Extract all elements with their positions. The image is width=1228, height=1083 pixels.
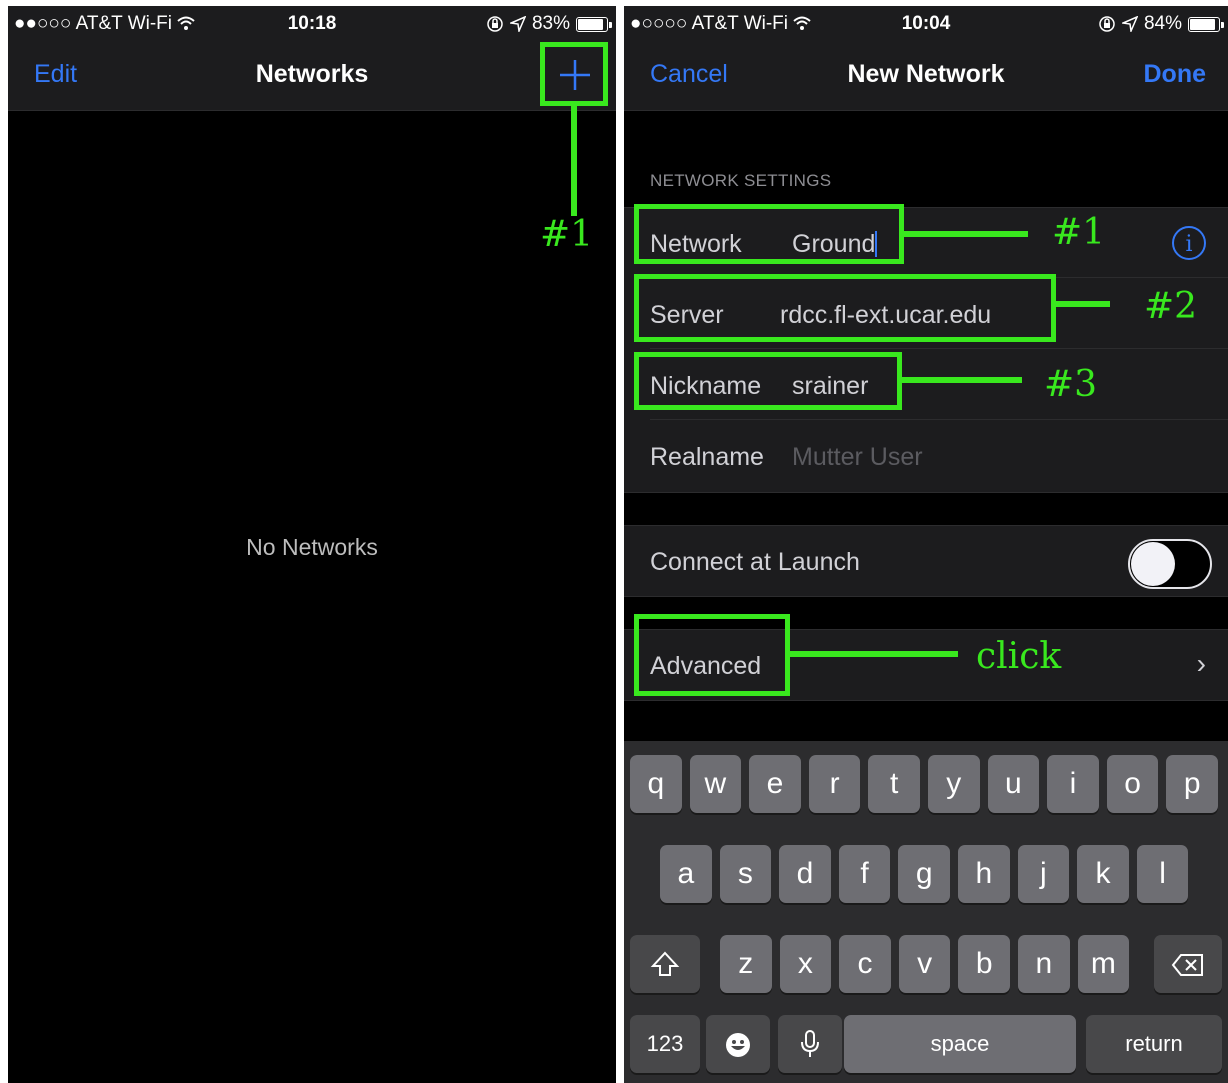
annotation-label-1: #1 [540,214,594,255]
status-right: 84% [1098,13,1224,35]
return-key[interactable]: return [1086,1015,1222,1073]
key-l[interactable]: l [1136,845,1189,903]
annotation-label-3: #3 [1044,364,1098,405]
backspace-key[interactable] [1154,935,1222,993]
annotation-line-network [904,231,1028,237]
key-c[interactable]: c [839,935,891,993]
realname-label: Realname [650,443,764,471]
annotation-line-plus [571,106,577,216]
networks-screen: ●●○○○ AT&T Wi-Fi 10:18 83% Edit Networks [8,6,616,1083]
connect-at-launch-label: Connect at Launch [650,548,860,576]
chevron-right-icon: › [1196,648,1206,679]
location-icon [1121,16,1138,32]
location-icon [509,16,526,32]
connect-group: Connect at Launch [624,525,1228,597]
key-e[interactable]: e [749,755,801,813]
key-j[interactable]: j [1017,845,1070,903]
annotation-label-2: #2 [1144,286,1198,327]
annotation-label-click: click [976,636,1062,677]
key-u[interactable]: u [987,755,1040,813]
info-icon[interactable]: i [1172,226,1206,260]
mic-key[interactable] [778,1015,842,1073]
key-p[interactable]: p [1166,755,1218,813]
emoji-key[interactable] [706,1015,770,1073]
mic-icon [801,1030,819,1057]
realname-input[interactable]: Mutter User [792,443,923,472]
page-title: New Network [847,60,1005,88]
key-b[interactable]: b [958,935,1010,993]
annotation-box-network [634,204,904,264]
shift-key[interactable] [630,935,700,993]
key-o[interactable]: o [1106,755,1159,813]
key-w[interactable]: w [689,755,742,813]
connect-at-launch-row: Connect at Launch [624,526,1228,596]
key-m[interactable]: m [1077,935,1130,993]
space-key[interactable]: space [844,1015,1076,1073]
key-r[interactable]: r [808,755,861,813]
status-bar: ●●○○○ AT&T Wi-Fi 10:18 83% [8,6,616,38]
battery-icon [1188,16,1224,32]
annotation-line-advanced [790,651,958,657]
page-title: Networks [255,60,369,88]
done-button[interactable]: Done [1144,60,1207,89]
empty-state-label: No Networks [246,534,378,560]
keyboard: qwertyuiop asdfghjkl zxcvbnm 123 space r… [624,741,1228,1083]
battery-percent: 84% [1143,13,1182,34]
key-f[interactable]: f [838,845,891,903]
nav-bar: Cancel New Network Done [624,38,1228,111]
annotation-box-advanced [634,614,790,696]
key-s[interactable]: s [719,845,772,903]
emoji-icon [726,1033,750,1057]
annotation-box-nickname [634,352,902,410]
key-a[interactable]: a [660,845,712,903]
key-x[interactable]: x [779,935,832,993]
lock-rotation-icon [1099,16,1115,32]
new-network-screen: ●○○○○ AT&T Wi-Fi 10:04 84% Cancel New Ne… [624,6,1228,1083]
key-i[interactable]: i [1047,755,1099,813]
status-right: 83% [486,13,612,35]
nav-bar: Edit Networks [8,38,616,111]
status-bar: ●○○○○ AT&T Wi-Fi 10:04 84% [624,6,1228,38]
numbers-key[interactable]: 123 [630,1015,700,1073]
annotation-line-server [1056,301,1110,307]
key-d[interactable]: d [779,845,831,903]
connect-at-launch-toggle[interactable] [1128,539,1212,589]
battery-icon [576,16,612,32]
row-separator [650,348,1228,349]
section-header: NETWORK SETTINGS [650,171,832,190]
annotation-box-plus [540,42,608,106]
key-q[interactable]: q [630,755,682,813]
annotation-box-server [634,274,1056,342]
lock-rotation-icon [487,16,503,32]
annotation-label-1: #1 [1052,212,1106,253]
key-g[interactable]: g [898,845,950,903]
key-v[interactable]: v [898,935,951,993]
annotation-line-nickname [902,377,1022,383]
key-y[interactable]: y [928,755,980,813]
realname-field-row[interactable]: Realname Mutter User [624,421,1228,491]
battery-percent: 83% [531,13,570,34]
key-z[interactable]: z [720,935,772,993]
key-n[interactable]: n [1018,935,1070,993]
row-separator [650,419,1228,420]
backspace-icon [1171,954,1203,976]
key-t[interactable]: t [868,755,920,813]
toggle-knob [1131,542,1175,586]
key-k[interactable]: k [1077,845,1129,903]
shift-icon [650,951,680,976]
key-h[interactable]: h [958,845,1010,903]
